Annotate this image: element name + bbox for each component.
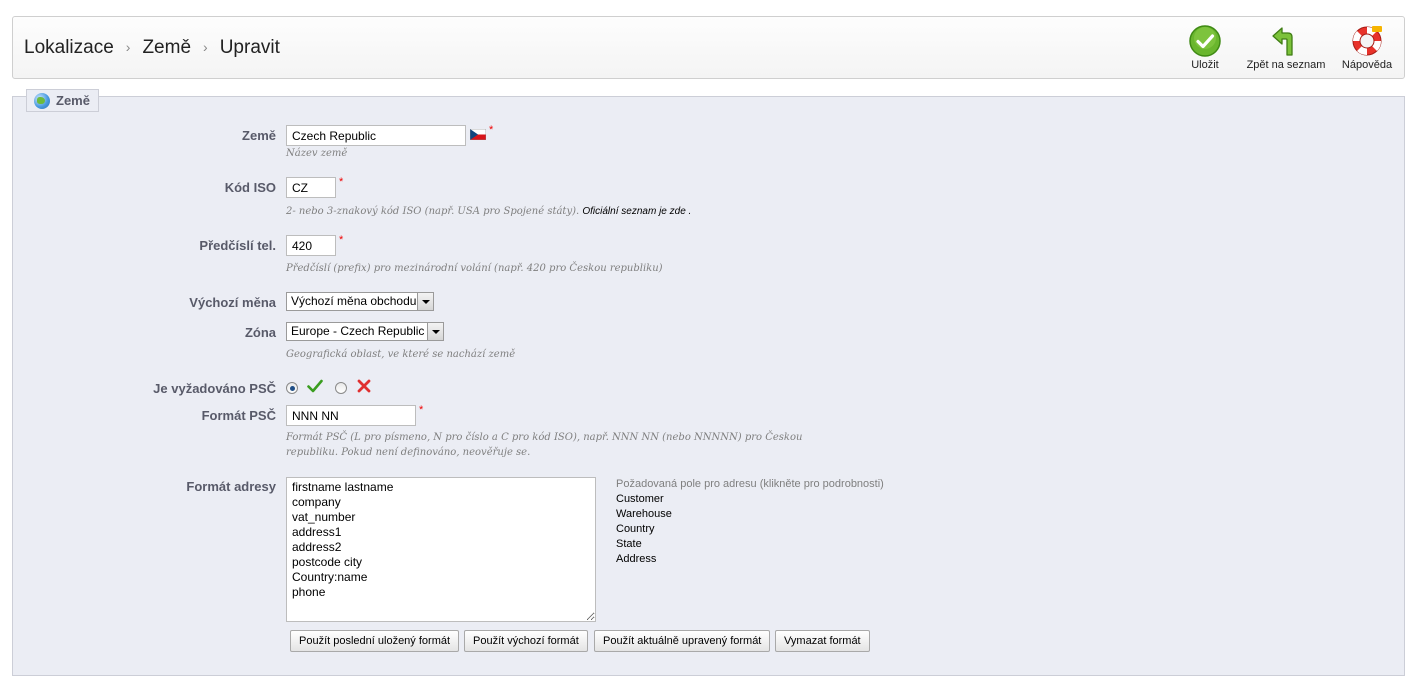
phone-prefix-input[interactable] xyxy=(286,235,336,256)
breadcrumb-separator: › xyxy=(203,39,208,55)
required-marker: * xyxy=(339,176,344,188)
zone-value: Europe - Czech Republic xyxy=(291,324,425,338)
back-label: Zpět na seznam xyxy=(1246,59,1326,71)
help-label: Nápověda xyxy=(1341,59,1393,71)
required-marker: * xyxy=(419,404,424,416)
address-field-country[interactable]: Country xyxy=(616,522,884,537)
address-field-address[interactable]: Address xyxy=(616,552,884,567)
zone-label: Zóna xyxy=(244,325,276,340)
currency-label: Výchozí měna xyxy=(189,295,276,310)
iso-code-input[interactable] xyxy=(286,177,336,198)
fieldset-legend: Země xyxy=(26,89,99,112)
arrow-back-icon xyxy=(1272,27,1293,56)
iso-hint: 2- nebo 3-znakový kód ISO (např. USA pro… xyxy=(286,206,691,217)
save-button[interactable]: Uložit xyxy=(1185,25,1225,71)
toolbar: Lokalizace › Země › Upravit Uložit Zpět na s… xyxy=(12,16,1405,79)
address-format-textarea[interactable]: firstname lastname company vat_number ad… xyxy=(286,477,596,622)
cross-icon xyxy=(357,379,371,393)
address-fields-help-title: Požadovaná pole pro adresu (klikněte pro… xyxy=(616,478,884,490)
address-field-customer[interactable]: Customer xyxy=(616,492,884,507)
check-icon xyxy=(307,379,323,393)
zip-format-label: Formát PSČ xyxy=(201,408,276,423)
zip-format-hint-line1: Formát PSČ (L pro písmeno, N pro číslo a… xyxy=(286,432,803,443)
breadcrumb: Lokalizace › Země › Upravit xyxy=(24,37,280,59)
country-label: Země xyxy=(242,128,276,143)
check-circle-icon xyxy=(1189,25,1221,57)
globe-icon xyxy=(34,92,50,109)
address-field-warehouse[interactable]: Warehouse xyxy=(616,507,884,522)
address-format-label: Formát adresy xyxy=(186,479,276,494)
zip-required-no-radio[interactable] xyxy=(335,382,347,394)
zip-required-yes-radio[interactable] xyxy=(286,382,298,394)
address-field-state[interactable]: State xyxy=(616,537,884,552)
zip-format-hint-line2: republiku. Pokud není definováno, neověř… xyxy=(286,447,531,458)
use-current-format-button[interactable]: Použít aktuálně upravený formát xyxy=(594,630,771,652)
required-marker: * xyxy=(489,124,494,136)
save-label: Uložit xyxy=(1191,59,1219,71)
default-currency-select[interactable]: Výchozí měna obchodu xyxy=(286,292,434,311)
address-fields-help: Požadovaná pole pro adresu (klikněte pro… xyxy=(616,477,884,567)
required-marker: * xyxy=(339,234,344,246)
breadcrumb-item-countries[interactable]: Země xyxy=(142,37,191,58)
zone-select[interactable]: Europe - Czech Republic xyxy=(286,322,444,341)
zip-required-label: Je vyžadováno PSČ xyxy=(153,381,276,396)
iso-label: Kód ISO xyxy=(224,180,276,195)
chevron-down-icon xyxy=(427,323,443,340)
use-default-format-button[interactable]: Použít výchozí formát xyxy=(464,630,588,652)
prefix-hint: Předčíslí (prefix) pro mezinárodní volán… xyxy=(286,263,663,274)
back-to-list-button[interactable]: Zpět na seznam xyxy=(1243,25,1329,71)
legend-label: Země xyxy=(56,93,90,108)
czech-flag-icon xyxy=(470,129,486,140)
clear-format-button[interactable]: Vymazat formát xyxy=(775,630,870,652)
breadcrumb-separator: › xyxy=(125,39,131,55)
breadcrumb-item-edit: Upravit xyxy=(219,37,280,58)
use-last-saved-format-button[interactable]: Použít poslední uložený formát xyxy=(290,630,460,652)
lifebuoy-icon xyxy=(1352,26,1382,56)
iso-list-link[interactable]: Oficiální seznam je zde . xyxy=(582,206,691,217)
help-button[interactable]: Nápověda xyxy=(1339,25,1395,71)
zip-format-input[interactable] xyxy=(286,405,416,426)
chevron-down-icon xyxy=(417,293,433,310)
country-name-input[interactable] xyxy=(286,125,466,146)
zone-hint: Geografická oblast, ve které se nachází … xyxy=(286,349,516,360)
iso-hint-text: 2- nebo 3-znakový kód ISO (např. USA pro… xyxy=(286,206,580,217)
country-hint: Název země xyxy=(286,148,348,159)
prefix-label: Předčíslí tel. xyxy=(199,238,276,253)
default-currency-value: Výchozí měna obchodu xyxy=(291,294,417,308)
breadcrumb-item-localization[interactable]: Lokalizace xyxy=(24,37,114,58)
